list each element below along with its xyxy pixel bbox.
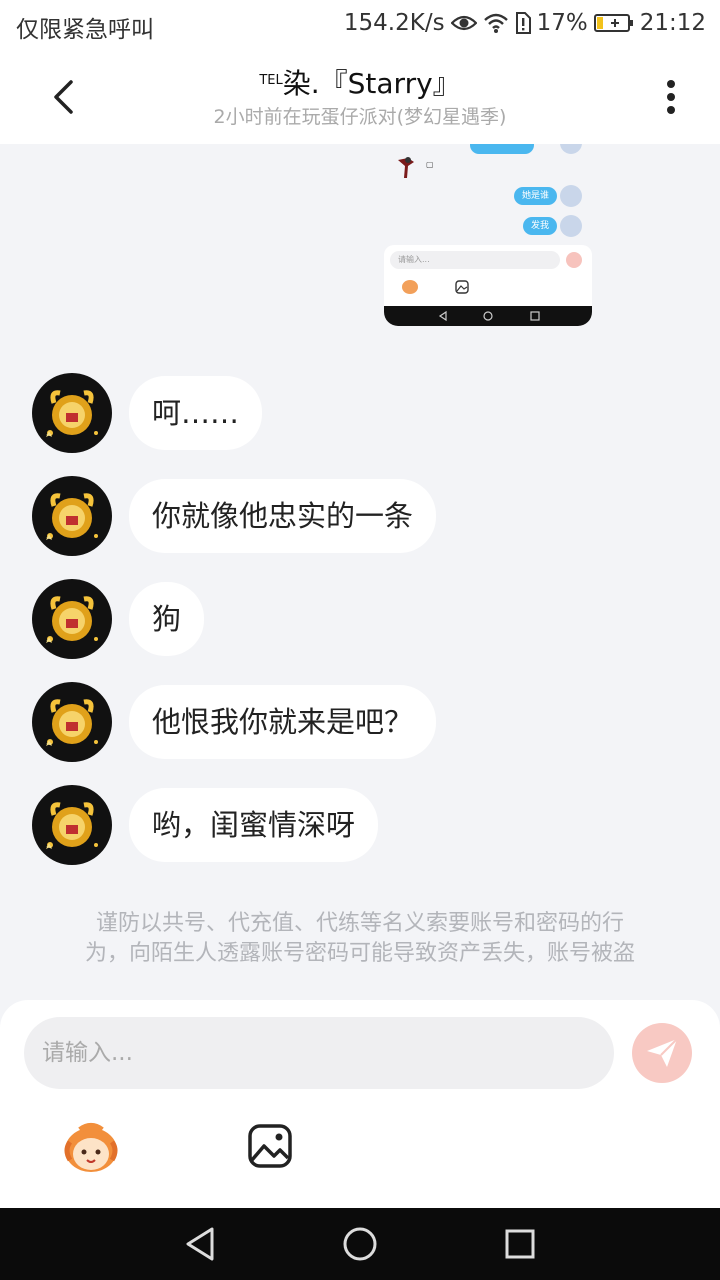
- message-list[interactable]: ▢ 她是谁 发我 请输入... 呵…… 你就像他忠实的一条 狗 他恨我你就来是吧…: [0, 144, 720, 1000]
- eye-icon: [450, 13, 477, 33]
- message-row: 他恨我你就来是吧？: [32, 682, 437, 762]
- message-input[interactable]: 请输入...: [24, 1017, 614, 1089]
- message-bubble[interactable]: 他恨我你就来是吧？: [129, 685, 437, 759]
- image-picker-button[interactable]: [246, 1122, 294, 1170]
- glowing-character-avatar-icon: [46, 596, 98, 643]
- glowing-character-avatar-icon: [46, 390, 98, 437]
- message-bubble[interactable]: 哟，闺蜜情深呀: [129, 788, 379, 862]
- mini-label-icon: ▢: [426, 160, 434, 169]
- message-bubble[interactable]: 呵……: [129, 376, 263, 450]
- battery-charging-icon: [593, 13, 634, 33]
- contact-avatar[interactable]: [32, 785, 112, 865]
- nav-back-button[interactable]: [182, 1226, 218, 1262]
- emoji-button[interactable]: [60, 1120, 122, 1176]
- battery-percent: 17%: [536, 10, 588, 36]
- contact-name-text: 染.『Starry』: [282, 67, 461, 100]
- nav-recents-button[interactable]: [502, 1226, 538, 1262]
- composer-panel: 请输入...: [0, 1000, 720, 1208]
- send-button[interactable]: [632, 1023, 692, 1083]
- mini-send-icon: [566, 252, 582, 268]
- triangle-back-icon: [186, 1227, 214, 1261]
- mini-bubble-2: 发我: [523, 217, 558, 235]
- more-options-button[interactable]: [648, 72, 694, 122]
- contact-name: TEL染.『Starry』: [0, 62, 720, 102]
- paper-plane-icon: [647, 1038, 678, 1067]
- shared-screenshot-image[interactable]: ▢ 她是谁 发我 请输入...: [384, 144, 592, 326]
- message-row: 你就像他忠实的一条: [32, 476, 437, 556]
- circle-home-icon: [343, 1227, 377, 1261]
- mini-avatar: [560, 185, 582, 207]
- message-row: 哟，闺蜜情深呀: [32, 785, 379, 865]
- message-row: 呵……: [32, 373, 263, 453]
- glowing-character-avatar-icon: [46, 802, 98, 849]
- clock: 21:12: [639, 10, 706, 36]
- system-navigation-bar: [0, 1208, 720, 1280]
- sim-alert-icon: [515, 12, 531, 34]
- contact-avatar[interactable]: [32, 579, 112, 659]
- contact-status: 2小时前在玩蛋仔派对(梦幻星遇季): [213, 106, 507, 128]
- more-vertical-icon: [667, 80, 675, 114]
- nav-home-button[interactable]: [342, 1226, 378, 1262]
- mini-avatar: [560, 215, 582, 237]
- image-icon: [248, 1124, 292, 1168]
- contact-avatar[interactable]: [32, 682, 112, 762]
- contact-avatar[interactable]: [32, 373, 112, 453]
- mini-composer: 请输入...: [384, 245, 592, 326]
- network-speed: 154.2K/s: [343, 10, 445, 36]
- mini-avatar-figure-icon: [398, 157, 414, 178]
- security-notice-line: 为，向陌生人透露账号密码可能导致资产丢失，账号被盗: [84, 941, 635, 966]
- mini-navbar: [384, 306, 592, 326]
- title-prefix: TEL: [259, 73, 283, 88]
- glowing-character-avatar-icon: [46, 699, 98, 746]
- eggy-emoji-icon: [64, 1123, 118, 1172]
- security-notice-line: 谨防以共号、代充值、代练等名义索要账号和密码的行: [95, 911, 624, 936]
- message-row: 狗: [32, 579, 205, 659]
- mini-input: 请输入...: [390, 251, 560, 269]
- mini-avatar: [560, 144, 582, 154]
- message-bubble[interactable]: 你就像他忠实的一条: [129, 479, 437, 553]
- chat-header: TEL染.『Starry』 2小时前在玩蛋仔派对(梦幻星遇季): [0, 50, 720, 144]
- wifi-icon: [483, 12, 509, 34]
- glowing-character-avatar-icon: [46, 493, 98, 540]
- security-notice: 谨防以共号、代充值、代练等名义索要账号和密码的行 为，向陌生人透露账号密码可能导…: [50, 909, 670, 969]
- cropped-bubble: [470, 144, 534, 154]
- mini-bubble-1: 她是谁: [514, 187, 558, 205]
- carrier-text: 仅限紧急呼叫: [16, 17, 154, 43]
- status-bar: 仅限紧急呼叫 154.2K/s 17% 21:12: [0, 0, 720, 50]
- mini-image-icon: [455, 280, 469, 294]
- mini-emoji-icon: [402, 280, 418, 294]
- square-recents-icon: [505, 1229, 535, 1259]
- message-bubble[interactable]: 狗: [129, 582, 205, 656]
- contact-avatar[interactable]: [32, 476, 112, 556]
- status-icons: 154.2K/s 17% 21:12: [344, 10, 706, 36]
